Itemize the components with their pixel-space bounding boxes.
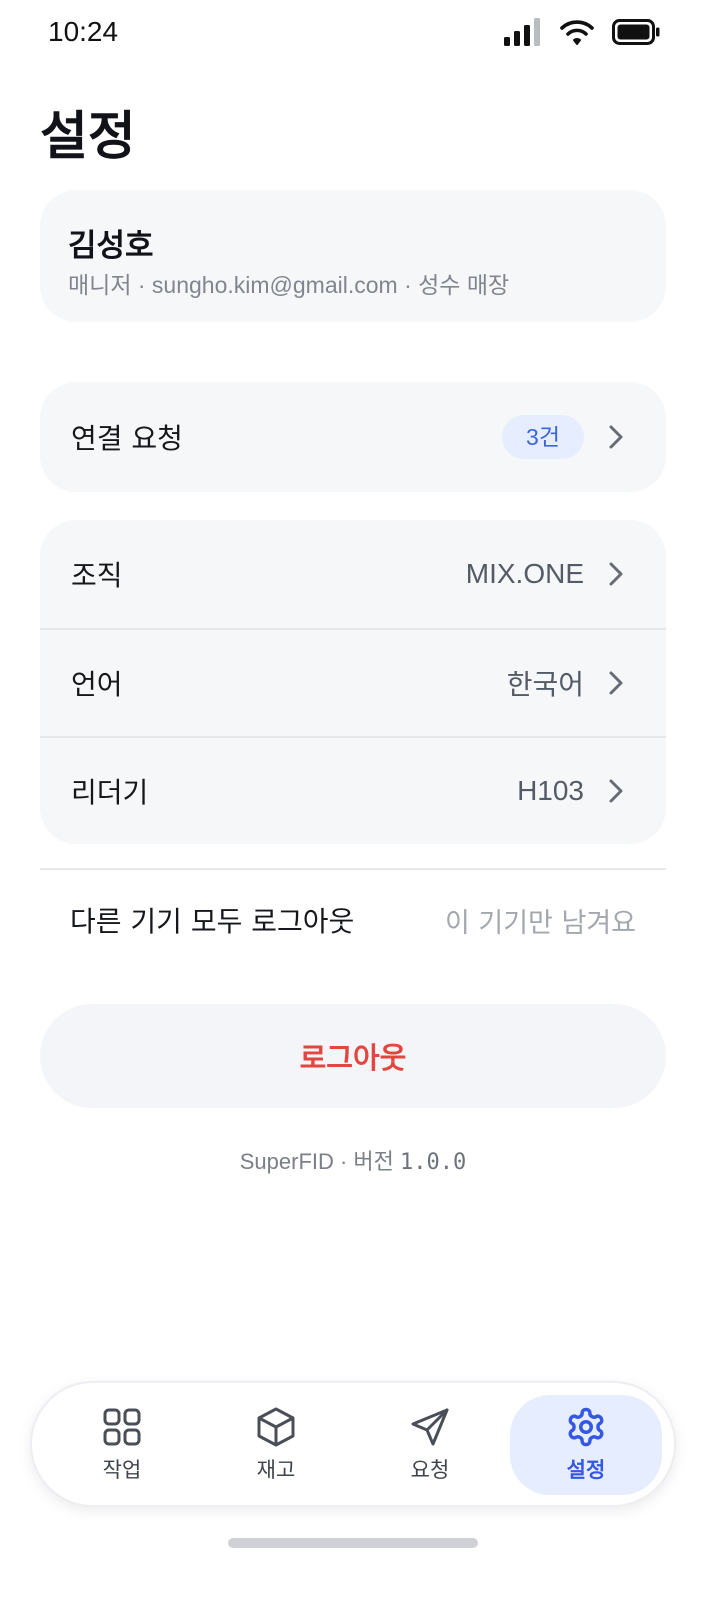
chevron-right-icon (609, 779, 623, 803)
chevron-right-icon (609, 425, 623, 449)
gear-icon (568, 1407, 604, 1447)
settings-card: 조직 MIX.ONE 언어 한국어 리더기 H103 (40, 520, 666, 844)
nav-item-requests[interactable]: 요청 (354, 1395, 506, 1495)
language-row[interactable]: 언어 한국어 (40, 628, 666, 736)
profile-meta: 매니저 · sungho.kim@gmail.com · 성수 매장 (68, 272, 510, 298)
nav-label-inventory: 재고 (256, 1458, 296, 1482)
nav-label-settings: 설정 (566, 1458, 606, 1482)
nav-item-settings[interactable]: 설정 (510, 1395, 662, 1495)
box-icon (257, 1407, 295, 1447)
page-title: 설정 (40, 107, 136, 167)
organization-value: MIX.ONE (465, 558, 584, 589)
profile-name: 김성호 (68, 228, 154, 264)
home-indicator (228, 1538, 478, 1548)
battery-icon (612, 19, 660, 45)
organization-row[interactable]: 조직 MIX.ONE (40, 520, 666, 628)
nav-item-inventory[interactable]: 재고 (200, 1395, 352, 1495)
reader-label: 리더기 (71, 776, 149, 809)
organization-label: 조직 (71, 559, 123, 592)
app-version: SuperFID · 버전 1.0.0 (0, 1144, 706, 1176)
logout-other-devices-row[interactable]: 다른 기기 모두 로그아웃 이 기기만 남겨요 (70, 896, 636, 944)
nav-label-tasks: 작업 (102, 1458, 142, 1482)
connection-requests-row[interactable]: 연결 요청 3건 (40, 382, 666, 492)
cellular-signal-icon (504, 18, 540, 46)
section-divider (40, 868, 666, 870)
settings-screen: 10:24 설정 김성호 매니저 · sungho.kim@gmail.com … (0, 0, 720, 1600)
profile-card: 김성호 매니저 · sungho.kim@gmail.com · 성수 매장 (40, 190, 666, 322)
grid-icon (103, 1408, 141, 1446)
version-prefix: SuperFID · 버전 (239, 1149, 401, 1174)
chevron-right-icon (609, 562, 623, 586)
nav-label-requests: 요청 (410, 1458, 450, 1482)
language-value: 한국어 (506, 669, 584, 700)
send-icon (411, 1408, 449, 1446)
status-bar: 10:24 (0, 0, 720, 66)
logout-other-devices-hint: 이 기기만 남겨요 (444, 907, 636, 939)
connection-requests-label: 연결 요청 (71, 422, 183, 455)
reader-value: H103 (517, 775, 584, 806)
bottom-nav: 작업 재고 요청 설정 (30, 1381, 676, 1507)
connection-requests-card: 연결 요청 3건 (40, 382, 666, 492)
version-number: 1.0.0 (400, 1150, 467, 1175)
logout-button[interactable]: 로그아웃 (40, 1004, 666, 1108)
reader-row[interactable]: 리더기 H103 (40, 736, 666, 844)
status-icons (504, 18, 660, 46)
wifi-icon (560, 20, 594, 45)
status-time: 10:24 (48, 16, 119, 47)
nav-item-tasks[interactable]: 작업 (46, 1395, 198, 1495)
language-label: 언어 (71, 668, 123, 701)
logout-other-devices-label: 다른 기기 모두 로그아웃 (70, 905, 355, 938)
chevron-right-icon (609, 671, 623, 695)
request-count-badge: 3건 (502, 415, 584, 459)
